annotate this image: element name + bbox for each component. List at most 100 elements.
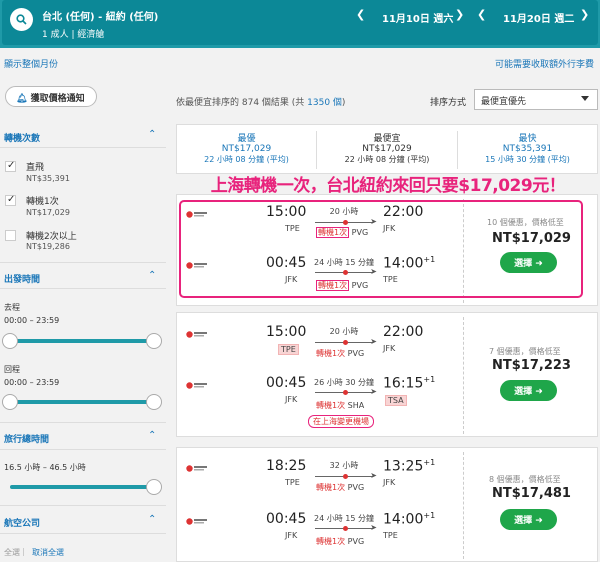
plane-arrow-icon: ➤ [370,217,377,226]
stop-dot [343,220,348,225]
slider-handle-max[interactable] [146,479,162,495]
clear-all-link[interactable]: 取消全選 [32,547,64,558]
stop-info: 轉機1次 PVG [316,536,364,547]
slider-handle-max[interactable] [146,333,162,349]
return-date[interactable]: 11月20日 週二 [503,10,574,25]
arrive-time-value: 14:00 [383,255,424,272]
stop-info: 轉機1次 PVG [316,280,368,291]
deal-count: 8 個優惠，價格低至 [489,475,561,484]
outbound-time-slider[interactable] [2,333,162,349]
tab-label: 最優 [237,134,256,144]
one-stop-price: NT$17,029 [26,208,70,217]
select-flight-button[interactable]: 選擇 ➜ [500,252,557,273]
divider [0,533,166,534]
bell-icon: 🔔︎ [16,94,28,104]
slider-handle-min[interactable] [2,394,18,410]
tab-duration: 15 小時 30 分鐘 (平均) [485,155,570,164]
duration-filter-title[interactable]: 旅行總時間 [4,432,49,445]
tab-fastest[interactable]: 最快 NT$35,391 15 小時 30 分鐘 (平均) [458,125,597,173]
search-button[interactable] [10,8,33,31]
checkbox-two-plus-stops[interactable] [5,230,16,241]
results-total-link[interactable]: 1350 個 [307,98,342,108]
stop-dot [343,526,348,531]
results-suffix: ) [341,98,346,108]
duration-slider[interactable] [10,479,162,495]
tab-duration: 22 小時 08 分鐘 (平均) [204,155,289,164]
tab-label: 最便宜 [373,134,401,144]
departure-time-filter-title[interactable]: 出發時間 [4,272,40,285]
promo-callout-text: 上海轉機一次，台北紐約來回只要$17,029元！ [210,176,566,196]
slider-handle-max[interactable] [146,394,162,410]
arrive-time: 22:00 [383,324,424,340]
destination-code: JFK [383,344,396,353]
times-collapse-chevron-icon[interactable]: ⌃ [148,270,156,281]
baggage-fees-link[interactable]: 可能需要收取額外行李費 [495,57,594,70]
stop-info: 轉機1次 PVG [316,348,364,359]
full-month-link[interactable]: 顯示整個月份 [4,57,58,70]
arrive-time: 16:15+1 [383,375,435,392]
arrive-time: 22:00 [383,204,424,220]
stop-dot [343,474,348,479]
checkbox-nonstop[interactable] [5,160,16,172]
stop-label: 轉機1次 [316,280,350,291]
stop-info: 轉機1次 PVG [316,482,364,493]
day-offset: +1 [423,511,436,520]
depart-next-button[interactable]: ❯ [455,8,464,21]
origin-code: JFK [285,395,298,404]
slider-handle-min[interactable] [2,333,18,349]
return-prev-button[interactable]: ❮ [477,8,486,21]
stop-dot [343,340,348,345]
arrive-time-value: 13:25 [383,458,424,475]
select-flight-button[interactable]: 選擇 ➜ [500,509,557,530]
depart-prev-button[interactable]: ❮ [356,8,365,21]
china-eastern-logo-icon [186,518,207,525]
duration-collapse-chevron-icon[interactable]: ⌃ [148,430,156,441]
tab-cheapest[interactable]: 最便宜 NT$17,029 22 小時 08 分鐘 (平均) [317,125,457,173]
select-all-link[interactable]: 全選 [4,547,20,558]
sort-label: 排序方式 [430,98,467,108]
stop-label: 轉機1次 [316,349,346,358]
stop-info: 轉機1次 PVG [316,227,368,238]
return-time-slider[interactable] [2,394,162,410]
duration: 20 小時 [329,207,359,216]
depart-time: 15:00 [266,324,307,340]
china-eastern-logo-icon [186,262,207,269]
outbound-label: 去程 [4,303,20,312]
stop-code: PVG [347,349,365,358]
divider [0,449,166,450]
duration: 32 小時 [329,461,359,470]
airlines-collapse-chevron-icon[interactable]: ⌃ [148,514,156,525]
sort-dropdown[interactable]: 最便宜優先 [474,89,598,110]
stops-collapse-chevron-icon[interactable]: ⌃ [148,129,156,140]
tab-price: NT$17,029 [362,144,412,154]
depart-time: 18:25 [266,458,307,474]
arrive-time-value: 14:00 [383,511,424,528]
flight-price: NT$17,223 [492,358,571,373]
route-line: ➤ [315,472,377,480]
tab-duration: 22 小時 08 分鐘 (平均) [344,155,430,164]
depart-date[interactable]: 11月10日 週六 [382,10,453,25]
tab-price: NT$35,391 [502,144,553,154]
stops-filter-title[interactable]: 轉機次數 [4,131,40,144]
plane-arrow-icon: ➤ [370,267,377,276]
origin-code: TPE [285,478,300,487]
stop-info: 轉機1次 SHA [316,400,364,411]
china-eastern-logo-icon [186,331,207,338]
results-prefix: 依最便宜排序的 874 個結果 (共 [176,98,305,108]
plane-arrow-icon: ➤ [370,337,377,346]
select-flight-button[interactable]: 選擇 ➜ [500,380,557,401]
deal-count: 10 個優惠，價格低至 [487,218,564,227]
destination-code: JFK [383,478,396,487]
divider [0,147,166,148]
return-next-button[interactable]: ❯ [580,8,589,21]
stop-label: 轉機1次 [316,401,346,410]
search-summary-bar[interactable]: 台北 (任何) - 紐約 (任何) 1 成人 | 經濟艙 ❮ 11月10日 週六… [2,0,598,45]
destination-code: JFK [383,224,396,233]
route-line: ➤ [315,268,377,276]
tab-best[interactable]: 最優 NT$17,029 22 小時 08 分鐘 (平均) [177,125,316,173]
route-text: 台北 (任何) - 紐約 (任何) [42,12,159,23]
plane-arrow-icon: ➤ [370,471,377,480]
airlines-filter-title[interactable]: 航空公司 [4,516,40,529]
price-alert-button[interactable]: 🔔︎ 獲取價格通知 [5,86,97,107]
checkbox-one-stop[interactable] [5,194,16,206]
